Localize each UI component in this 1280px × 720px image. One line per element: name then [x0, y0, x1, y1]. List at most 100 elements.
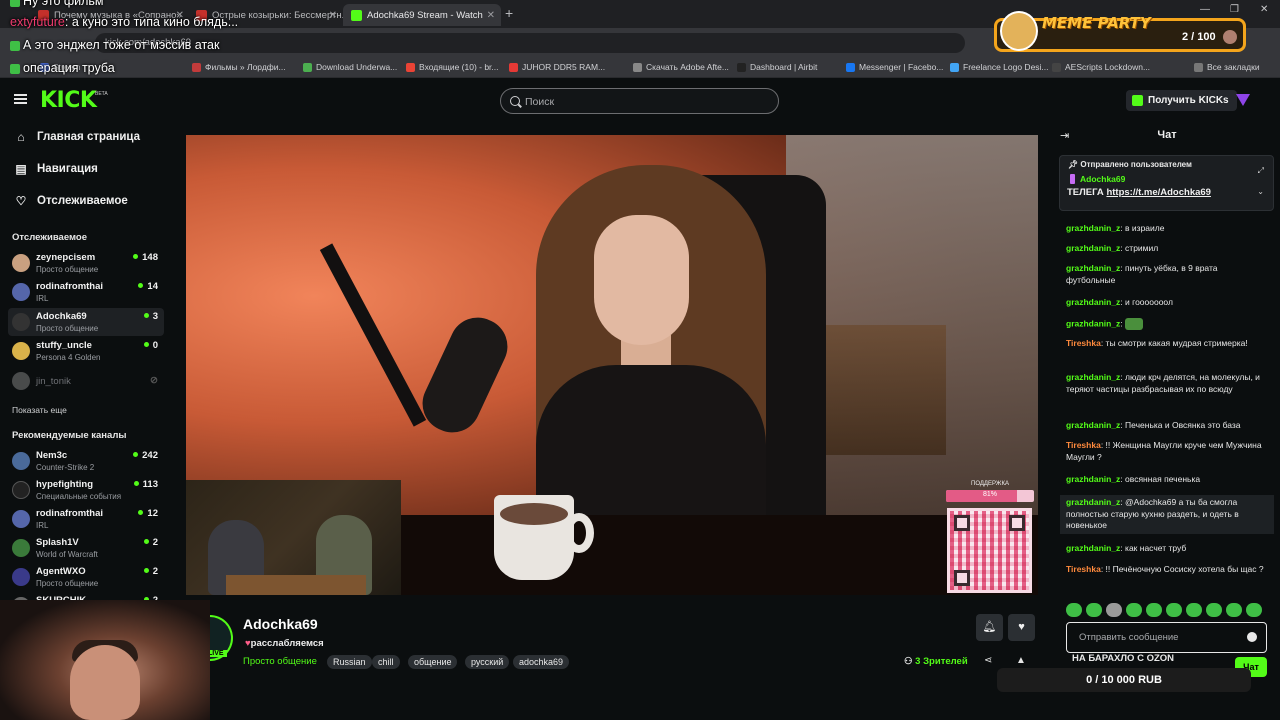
sidebar-channel[interactable]: zeynepcisem Просто общение 148	[8, 249, 164, 277]
pinned-user[interactable]: Adochka69	[1080, 174, 1125, 184]
chat-username[interactable]: grazhdanin_z	[1066, 223, 1120, 233]
chat-username[interactable]: grazhdanin_z	[1066, 474, 1120, 484]
sidebar-channel[interactable]: rodinafromthai IRL 14	[8, 278, 164, 306]
chat-username[interactable]: Tireshka	[1066, 564, 1101, 574]
chat-text: в израиле	[1125, 223, 1165, 233]
browser-tab-kick[interactable]: Adochka69 Stream - Watch ✕	[343, 4, 501, 26]
emote-icon[interactable]	[1126, 603, 1142, 617]
notifications-button[interactable]: 🔔︎	[976, 614, 1003, 641]
chat-message: grazhdanin_z: @Adochka69 а ты ба смогла …	[1060, 495, 1274, 534]
close-tab-icon[interactable]: ✕	[487, 10, 495, 21]
chevron-down-icon[interactable]: ⌄	[1257, 187, 1264, 196]
emote-icon[interactable]	[1146, 603, 1162, 617]
sidebar-channel-active[interactable]: Adochka69 Просто общение 3	[8, 308, 164, 336]
sidebar-channel[interactable]: Nem3c Counter-Strike 2 242	[8, 447, 164, 475]
emote-icon[interactable]	[1246, 603, 1262, 617]
pinned-text: ТЕЛЕГА https://t.me/Adochka69	[1067, 187, 1211, 198]
search-input[interactable]	[525, 94, 765, 110]
chat-message: grazhdanin_z: стримил	[1066, 243, 1159, 253]
chat-username[interactable]: grazhdanin_z	[1066, 318, 1120, 328]
pinned-by-label: 📌︎ Отправлено пользователем	[1068, 160, 1192, 169]
collapse-chat-icon[interactable]: ⇥	[1060, 129, 1069, 142]
bookmark-item[interactable]: JUHOR DDR5 RAM...	[509, 62, 605, 72]
nav-browse[interactable]: ▤ Навигация	[14, 159, 98, 179]
sidebar-channel[interactable]: stuffy_uncle Persona 4 Golden 0	[8, 337, 164, 365]
close-window-button[interactable]: ✕	[1260, 4, 1268, 15]
bookmark-item[interactable]: Freelance Logo Desi...	[950, 62, 1049, 72]
chat-message: grazhdanin_z: овсянная печенька	[1066, 474, 1201, 484]
menu-icon[interactable]	[14, 94, 27, 104]
stream-category[interactable]: Просто общение	[243, 656, 317, 667]
get-kicks-button[interactable]: Получить KICKs	[1126, 90, 1237, 111]
emoji-icon[interactable]	[1247, 632, 1257, 642]
sidebar-channel[interactable]: Splash1V World of Warcraft 2	[8, 534, 164, 562]
viewer-count: 2	[143, 566, 158, 577]
video-player[interactable]: ПОДДЕРЖКА 81%	[186, 135, 1038, 595]
video-inset	[186, 480, 401, 595]
profile-icon[interactable]	[1236, 94, 1250, 106]
chat-username[interactable]: grazhdanin_z	[1066, 497, 1120, 507]
show-more-link[interactable]: Показать еще	[12, 405, 67, 415]
sidebar-channel[interactable]: AgentWXO Просто общение 2	[8, 563, 164, 591]
video-frame-coffee	[500, 503, 568, 525]
chat-username[interactable]: Tireshka	[1066, 440, 1101, 450]
kick-logo[interactable]: KICK	[40, 88, 97, 113]
beta-label: BETA	[95, 91, 108, 97]
avatar	[12, 481, 30, 499]
emote-icon[interactable]	[1186, 603, 1202, 617]
minimize-button[interactable]: —	[1200, 4, 1210, 15]
pinned-link[interactable]: https://t.me/Adochka69	[1106, 187, 1211, 198]
unpin-icon[interactable]: ⤢	[1258, 166, 1264, 176]
emote-icon[interactable]	[1166, 603, 1182, 617]
chat-username[interactable]: grazhdanin_z	[1066, 543, 1120, 553]
meme-party-title: MEME PARTY	[1042, 14, 1151, 32]
chat-username[interactable]: grazhdanin_z	[1066, 297, 1120, 307]
chat-input[interactable]	[1066, 622, 1267, 653]
viewer-count: 113	[133, 479, 158, 490]
stream-tag[interactable]: Russian	[327, 655, 372, 669]
chat-username[interactable]: grazhdanin_z	[1066, 420, 1120, 430]
chat-message: grazhdanin_z: пинуть уёбка, в 9 врата фу…	[1066, 263, 1218, 285]
chat-text: !! Печёночную Сосиску хотела бы щас ?	[1105, 564, 1264, 574]
overlay-chat-line: А это энджел тоже от мэссив атак	[10, 38, 219, 52]
avatar	[12, 452, 30, 470]
chat-username[interactable]: Tireshka	[1066, 338, 1101, 348]
chat-message: grazhdanin_z: в израиле	[1066, 223, 1165, 233]
nav-home[interactable]: ⌂ Главная страница	[14, 127, 140, 147]
chat-message: grazhdanin_z: люди крч делятся, на молек…	[1066, 372, 1260, 394]
follow-button[interactable]: ♥	[1008, 614, 1035, 641]
stream-tag[interactable]: общение	[408, 655, 458, 669]
bookmark-item[interactable]: Скачать Adobe Afte...	[633, 62, 729, 72]
donation-label: ПОДДЕРЖКА	[971, 481, 1009, 487]
bookmark-item[interactable]: Messenger | Facebo...	[846, 62, 943, 72]
stream-tag[interactable]: chill	[372, 655, 400, 669]
report-icon[interactable]: ▲	[1016, 655, 1026, 666]
sidebar-channel-offline[interactable]: jin_tonik ⊘	[8, 367, 164, 395]
avatar	[12, 510, 30, 528]
bookmark-item[interactable]: Dashboard | Airbit	[737, 62, 817, 72]
chat-text: Печенька и Овсянка это база	[1125, 420, 1241, 430]
emote-icon[interactable]	[1066, 603, 1082, 617]
emote-icon[interactable]	[1206, 603, 1222, 617]
chat-username[interactable]: grazhdanin_z	[1066, 372, 1120, 382]
sidebar-channel[interactable]: hypefighting Специальные события 113	[8, 476, 164, 504]
emote-icon[interactable]	[1106, 603, 1122, 617]
channel-name[interactable]: Adochka69	[243, 616, 318, 632]
chat-text: ты смотри какая мудрая стримерка!	[1105, 338, 1248, 348]
all-bookmarks[interactable]: Все закладки	[1194, 62, 1260, 72]
viewer-count: 3	[143, 311, 158, 322]
maximize-button[interactable]: ❐	[1230, 4, 1239, 15]
emote-icon[interactable]	[1086, 603, 1102, 617]
stream-tag[interactable]: русский	[465, 655, 510, 669]
kicks-icon	[1132, 95, 1143, 106]
share-icon[interactable]: ⋖	[984, 655, 992, 666]
stream-tag[interactable]: adochka69	[513, 655, 570, 669]
bookmark-item[interactable]: Входящие (10) - br...	[406, 62, 499, 72]
sidebar-channel[interactable]: rodinafromthai IRL 12	[8, 505, 164, 533]
new-tab-button[interactable]: +	[505, 5, 513, 21]
emote-icon[interactable]	[1226, 603, 1242, 617]
bookmark-item[interactable]: AEScripts Lockdown...	[1052, 62, 1150, 72]
nav-following[interactable]: ♡ Отслеживаемое	[14, 191, 128, 211]
chat-username[interactable]: grazhdanin_z	[1066, 263, 1120, 273]
chat-username[interactable]: grazhdanin_z	[1066, 243, 1120, 253]
